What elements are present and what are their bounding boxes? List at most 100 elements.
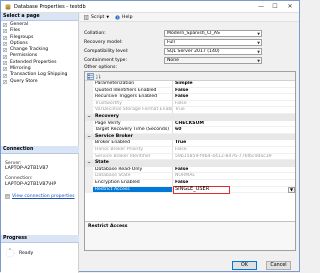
connection-section: Connection Server: LAPTOP-A2TB1VB7 Conne… [1, 146, 79, 199]
category-label: Service Broker [93, 134, 133, 141]
compatibility-level-select[interactable]: SQL Server 2017 (140) ▼ [164, 48, 262, 55]
collation-label: Collation: [84, 31, 106, 36]
view-connection-properties-link[interactable]: View connection properties [12, 194, 75, 199]
property-name: Page Verify [93, 121, 173, 128]
wrench-icon [3, 23, 7, 27]
property-row[interactable]: Recursive Triggers EnabledFalse [85, 94, 295, 101]
property-value: CHECKSUM [173, 121, 295, 128]
alphabetical-button[interactable]: A Z [95, 73, 102, 80]
property-row[interactable]: TrustworthyFalse [85, 101, 295, 108]
property-grid: A Z ParameterizationSimpleQuoted Identif… [84, 71, 296, 251]
property-row[interactable]: Database Read-OnlyFalse [85, 167, 295, 174]
property-name: Parameterization [93, 81, 173, 88]
help-icon: ? [115, 15, 120, 20]
collation-select[interactable]: Modern_Spanish_CI_AS ▼ [164, 30, 262, 37]
progress-status: Ready [19, 251, 33, 256]
property-row[interactable]: Service Broker Identifier59b15859-f9b4-4… [85, 154, 295, 161]
property-name: Database Read-Only [93, 167, 173, 174]
compatibility-level-label: Compatibility level: [84, 49, 129, 54]
property-value: 60 [173, 127, 295, 134]
property-name: Target Recovery Time (Seconds) [93, 127, 173, 134]
wrench-icon [3, 61, 7, 65]
category-row[interactable]: −State [85, 160, 295, 167]
property-row[interactable]: Page VerifyCHECKSUM [85, 121, 295, 128]
property-row[interactable]: Database StateNORMAL [85, 173, 295, 180]
page-item-query-store[interactable]: Query Store [3, 79, 78, 85]
property-name: Database State [93, 173, 173, 180]
property-value: 59b15859-f9b4-4412-8476-776fbcddac39 [173, 154, 295, 161]
progress-section: Progress Ready [1, 235, 79, 258]
window-title: Database Properties - testdb [14, 4, 86, 10]
property-row[interactable]: Honor Broker PriorityFalse [85, 147, 295, 154]
property-row[interactable]: VarDecimal Storage Format EnabledTrue [85, 107, 295, 114]
close-button[interactable]: ✕ [282, 1, 298, 12]
ok-button[interactable]: OK [232, 261, 257, 270]
connection-header: Connection [1, 146, 79, 154]
progress-header: Progress [1, 235, 79, 243]
maximize-button[interactable]: ☐ [268, 1, 282, 12]
containment-type-row: Containment type: None ▼ [80, 56, 299, 64]
restrict-access-value-box[interactable]: SINGLE_USER [173, 186, 230, 194]
wrench-icon [3, 36, 7, 40]
other-options-label: Other options: [84, 65, 117, 70]
wrench-icon [3, 29, 7, 33]
help-label: Help [122, 15, 132, 20]
page-list: GeneralFilesFilegroupsOptionsChange Trac… [1, 21, 78, 85]
help-button[interactable]: ? Help [115, 15, 132, 20]
containment-type-label: Containment type: [84, 58, 127, 63]
wrench-icon [3, 80, 7, 84]
collapse-icon[interactable]: − [85, 114, 93, 121]
property-name: Trustworthy [93, 101, 173, 108]
property-row[interactable]: Target Recovery Time (Seconds)60 [85, 127, 295, 134]
categorized-icon [88, 74, 93, 79]
containment-type-select[interactable]: None ▼ [164, 57, 262, 64]
svg-text:?: ? [117, 15, 119, 19]
minimize-button[interactable]: — [254, 1, 268, 12]
property-name: Recursive Triggers Enabled [93, 94, 173, 101]
property-name: VarDecimal Storage Format Enabled [93, 107, 173, 114]
wrench-icon [3, 55, 7, 59]
property-name: Restrict Access [93, 187, 173, 194]
wrench-icon [3, 67, 7, 71]
property-name: Honor Broker Priority [93, 147, 173, 154]
selected-property-row[interactable]: Restrict AccessSINGLE_USER ▼ [85, 187, 295, 194]
database-icon [5, 4, 11, 10]
property-name: Broker Enabled [93, 140, 173, 147]
property-value: True [173, 107, 295, 114]
database-properties-window: Database Properties - testdb — ☐ ✕ Selec… [0, 0, 300, 272]
property-value: NORMAL [173, 173, 295, 180]
cancel-button[interactable]: Cancel [266, 261, 291, 270]
wrench-icon [3, 48, 7, 52]
chevron-down-icon: ▼ [257, 32, 260, 37]
property-value: False [173, 88, 295, 95]
chevron-down-icon: ▼ [257, 41, 260, 46]
property-row[interactable]: ParameterizationSimple [85, 81, 295, 88]
recovery-model-label: Recovery model: [84, 40, 123, 45]
category-label: State [93, 160, 109, 167]
property-grid-toolbar: A Z [85, 72, 295, 81]
toolbar: Script ▼ ? Help [80, 13, 299, 22]
script-button[interactable]: Script ▼ [84, 15, 109, 20]
categorized-button[interactable] [87, 73, 94, 80]
left-pane: Select a page GeneralFilesFilegroupsOpti… [1, 13, 79, 273]
category-row[interactable]: −Service Broker [85, 134, 295, 141]
collapse-icon[interactable]: − [85, 134, 93, 141]
property-grid-body: ParameterizationSimpleQuoted Identifiers… [85, 81, 295, 221]
collapse-icon[interactable]: − [85, 160, 93, 167]
compatibility-level-row: Compatibility level: SQL Server 2017 (14… [80, 47, 299, 55]
property-value: False [173, 94, 295, 101]
recovery-model-row: Recovery model: Full ▼ [80, 38, 299, 46]
recovery-model-select[interactable]: Full ▼ [164, 39, 262, 46]
property-name: Encryption Enabled [93, 180, 173, 187]
chevron-down-icon: ▼ [257, 50, 260, 55]
property-description: Restrict Access [85, 221, 295, 250]
script-icon [84, 15, 89, 20]
property-row[interactable]: Broker EnabledTrue [85, 140, 295, 147]
description-title: Restrict Access [88, 224, 128, 229]
dropdown-arrow-button[interactable]: ▼ [288, 187, 295, 194]
chevron-down-icon: ▼ [257, 59, 260, 64]
category-row[interactable]: −Recovery [85, 114, 295, 121]
property-row[interactable]: Quoted Identifiers EnabledFalse [85, 88, 295, 95]
main-pane: Script ▼ ? Help Collation: Modern_Spanis… [80, 13, 299, 273]
property-name: Quoted Identifiers Enabled [93, 88, 173, 95]
